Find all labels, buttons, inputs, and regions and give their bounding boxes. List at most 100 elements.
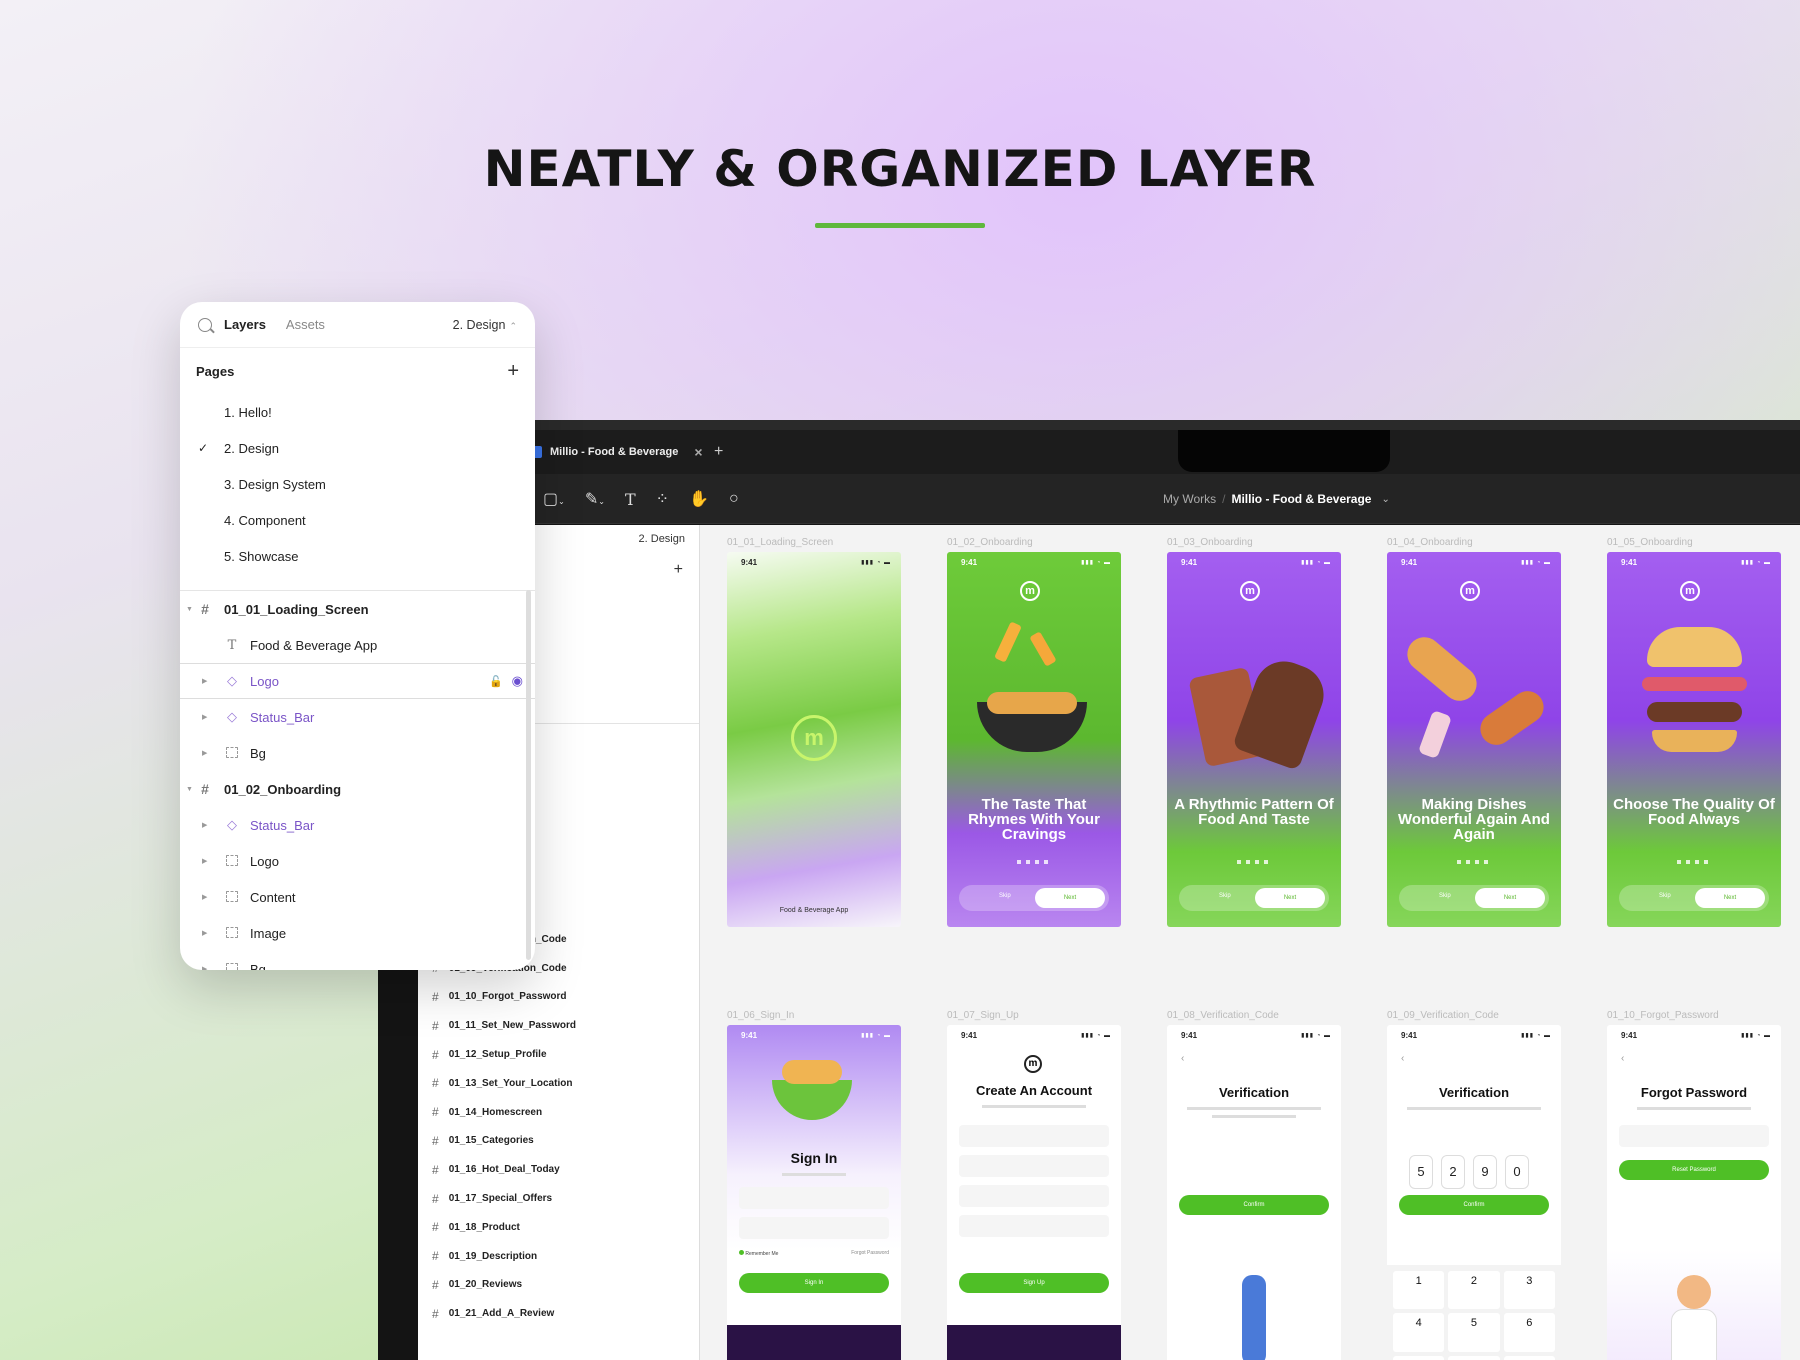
layer-frame[interactable]: ▼ # 01_01_Loading_Screen — [180, 591, 535, 627]
frame-label[interactable]: 01_08_Verification_Code — [1167, 1010, 1279, 1021]
close-tab-icon[interactable]: × — [694, 444, 702, 460]
onboarding-screen-2[interactable]: 9:41 ▮▮▮ ◔ ▬ m A Rhythmic Pattern Of Foo… — [1167, 552, 1341, 927]
keypad-key[interactable]: 3 — [1503, 1271, 1555, 1310]
back-arrow-icon[interactable]: ‹ — [1621, 1053, 1624, 1064]
new-tab-button[interactable]: + — [714, 430, 723, 474]
frame-label[interactable]: 01_06_Sign_In — [727, 1010, 794, 1021]
password-field[interactable] — [959, 1185, 1109, 1207]
layer-group[interactable]: ▶ Logo — [180, 843, 535, 879]
layer-frame[interactable]: ▼ # 01_02_Onboarding — [180, 771, 535, 807]
layer-text[interactable]: T Food & Beverage App — [180, 627, 535, 663]
onboarding-screen-1[interactable]: 9:41 ▮▮▮ ◔ ▬ m The Taste That Rhymes Wit… — [947, 552, 1121, 927]
next-button[interactable]: Next — [1035, 888, 1105, 908]
keypad-key[interactable]: 9 — [1503, 1355, 1555, 1360]
username-field[interactable] — [959, 1125, 1109, 1147]
caret-right-icon[interactable]: ▶ — [202, 821, 207, 829]
keypad-key[interactable]: 8 — [1448, 1355, 1500, 1360]
verification-screen-2[interactable]: 9:41 ▮▮▮ ◔ ▬ ‹ Verification 5 2 9 0 Conf… — [1387, 1025, 1561, 1360]
remember-me-checkbox[interactable]: Remember Me — [739, 1250, 778, 1257]
frame-label[interactable]: 01_09_Verification_Code — [1387, 1010, 1499, 1021]
frame-label[interactable]: 01_03_Onboarding — [1167, 537, 1253, 548]
frame-row[interactable]: #01_12_Setup_Profile — [418, 1040, 700, 1069]
sign-up-button[interactable]: Sign Up — [959, 1273, 1109, 1293]
frame-label[interactable]: 01_07_Sign_Up — [947, 1010, 1019, 1021]
add-page-button[interactable]: + — [674, 561, 683, 579]
frame-label[interactable]: 01_01_Loading_Screen — [727, 537, 833, 548]
layer-component[interactable]: ▶ ◇ Status_Bar — [180, 807, 535, 843]
keypad-key[interactable]: 5 — [1448, 1313, 1500, 1352]
skip-button[interactable]: Skip — [999, 893, 1011, 899]
back-arrow-icon[interactable]: ‹ — [1181, 1053, 1184, 1064]
frame-row[interactable]: #01_13_Set_Your_Location — [418, 1069, 700, 1098]
layer-component[interactable]: ▶ ◇ Status_Bar — [180, 699, 535, 735]
confirm-button[interactable]: Confirm — [1399, 1195, 1549, 1215]
frame-row[interactable]: #01_18_Product — [418, 1213, 700, 1242]
page-item[interactable]: 3. Design System — [180, 466, 535, 502]
chevron-down-icon[interactable]: ⌄ — [1381, 494, 1389, 505]
pen-tool-icon[interactable]: ✎⌄ — [585, 489, 605, 509]
text-tool-icon[interactable]: T — [625, 490, 636, 509]
file-tab[interactable]: Millio - Food & Beverage × — [530, 430, 703, 474]
page-item[interactable]: 5. Showcase — [180, 538, 535, 574]
layer-component-hovered[interactable]: ▶ ◇ Logo 🔓 ◉ — [180, 663, 535, 699]
caret-right-icon[interactable]: ▶ — [202, 749, 207, 757]
keypad-key[interactable]: 4 — [1393, 1313, 1445, 1352]
keypad-key[interactable]: 2 — [1448, 1271, 1500, 1310]
frame-row[interactable]: #01_16_Hot_Deal_Today — [418, 1155, 700, 1184]
email-field[interactable] — [959, 1155, 1109, 1177]
confirm-password-field[interactable] — [959, 1215, 1109, 1237]
forgot-password-screen[interactable]: 9:41 ▮▮▮ ◔ ▬ ‹ Forgot Password Reset Pas… — [1607, 1025, 1781, 1360]
sign-in-button[interactable]: Sign In — [739, 1273, 889, 1293]
unlock-icon[interactable]: 🔓 — [489, 675, 503, 688]
caret-right-icon[interactable]: ▶ — [202, 965, 207, 970]
layer-group[interactable]: ▶ Image — [180, 915, 535, 951]
forgot-password-link[interactable]: Forgot Password — [851, 1250, 889, 1256]
caret-right-icon[interactable]: ▶ — [202, 677, 207, 685]
frame-row[interactable]: #01_15_Categories — [418, 1127, 700, 1156]
caret-right-icon[interactable]: ▶ — [202, 857, 207, 865]
caret-down-icon[interactable]: ▼ — [186, 606, 193, 613]
comment-icon[interactable]: ○ — [729, 490, 739, 508]
panel-scrollbar[interactable] — [526, 590, 531, 960]
page-item[interactable]: 4. Component — [180, 502, 535, 538]
otp-digit[interactable]: 5 — [1409, 1155, 1433, 1189]
caret-down-icon[interactable]: ▼ — [186, 786, 193, 793]
email-field[interactable] — [739, 1187, 889, 1209]
tab-assets[interactable]: Assets — [286, 317, 325, 332]
caret-right-icon[interactable]: ▶ — [202, 929, 207, 937]
frame-label[interactable]: 01_02_Onboarding — [947, 537, 1033, 548]
page-dropdown[interactable]: 2. Design ⌃ — [453, 318, 517, 332]
page-item[interactable]: 1. Hello! — [180, 394, 535, 430]
next-button[interactable]: Next — [1475, 888, 1545, 908]
search-icon[interactable] — [198, 317, 212, 332]
sign-up-screen[interactable]: 9:41 ▮▮▮ ◔ ▬ m Create An Account Sign Up — [947, 1025, 1121, 1360]
frame-row[interactable]: #01_19_Description — [418, 1242, 700, 1271]
back-arrow-icon[interactable]: ‹ — [1401, 1053, 1404, 1064]
layer-group[interactable]: ▶ Bg — [180, 951, 535, 970]
loading-screen[interactable]: 9:41 ▮▮▮ ◔ ▬ m Food & Beverage App — [727, 552, 901, 927]
caret-right-icon[interactable]: ▶ — [202, 713, 207, 721]
hand-tool-icon[interactable]: ✋ — [689, 489, 709, 509]
tab-layers[interactable]: Layers — [224, 317, 266, 332]
page-selector[interactable]: 2. Design — [639, 533, 685, 545]
breadcrumb-root[interactable]: My Works — [1163, 492, 1216, 506]
eye-icon[interactable]: ◉ — [512, 673, 523, 689]
frame-label[interactable]: 01_10_Forgot_Password — [1607, 1010, 1719, 1021]
layer-group[interactable]: ▶ Bg — [180, 735, 535, 771]
components-icon[interactable]: ⁘ — [656, 489, 669, 509]
onboarding-screen-4[interactable]: 9:41 ▮▮▮ ◔ ▬ m Choose The Quality Of Foo… — [1607, 552, 1781, 927]
frame-tool-icon[interactable]: ▢⌄ — [543, 489, 565, 509]
onboarding-screen-3[interactable]: 9:41 ▮▮▮ ◔ ▬ m Making Dishes Wonderful A… — [1387, 552, 1561, 927]
reset-password-button[interactable]: Reset Password — [1619, 1160, 1769, 1180]
frame-row[interactable]: #01_11_Set_New_Password — [418, 1011, 700, 1040]
frame-label[interactable]: 01_05_Onboarding — [1607, 537, 1693, 548]
keypad-key[interactable]: 1 — [1393, 1271, 1445, 1310]
frame-row[interactable]: #01_21_Add_A_Review — [418, 1299, 700, 1328]
frame-row[interactable]: #01_14_Homescreen — [418, 1098, 700, 1127]
keypad-key[interactable]: 7 — [1393, 1355, 1445, 1360]
otp-digit[interactable]: 0 — [1505, 1155, 1529, 1189]
otp-digit[interactable]: 9 — [1473, 1155, 1497, 1189]
breadcrumb-file[interactable]: Millio - Food & Beverage — [1231, 492, 1371, 506]
add-page-button[interactable]: + — [507, 360, 519, 383]
password-field[interactable] — [739, 1217, 889, 1239]
